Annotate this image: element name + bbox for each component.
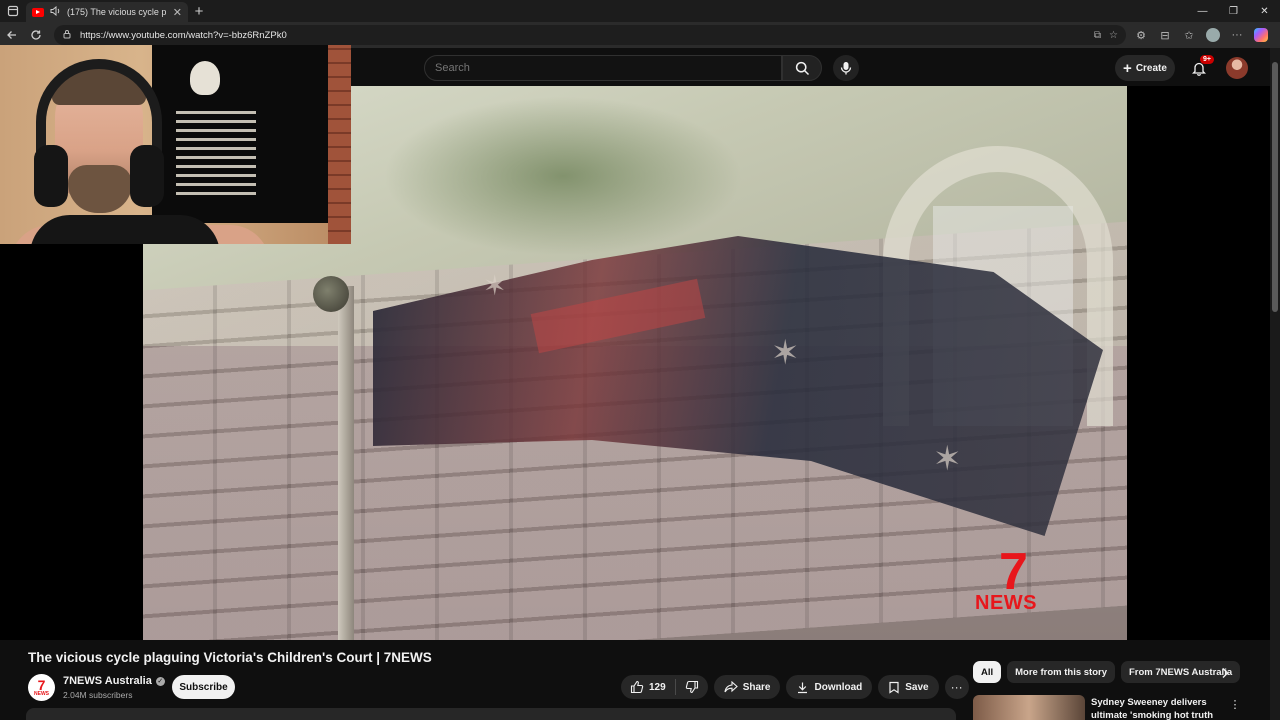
address-bar[interactable]: https://www.youtube.com/watch?v=-bbz6RnZ… <box>54 25 1126 45</box>
account-avatar[interactable] <box>1226 57 1248 79</box>
channel-avatar-text: NEWS <box>34 691 49 697</box>
chip-all[interactable]: All <box>973 661 1002 683</box>
split-screen-icon[interactable]: ⊟ <box>1156 26 1174 44</box>
profile-icon[interactable] <box>1204 26 1222 44</box>
copilot-icon[interactable] <box>1252 26 1270 44</box>
share-button[interactable]: Share <box>713 675 781 699</box>
notifications-button[interactable]: 9+ <box>1188 55 1214 79</box>
download-label: Download <box>814 681 863 693</box>
description-box-top[interactable] <box>26 708 956 720</box>
verified-check-icon: ✓ <box>155 676 165 686</box>
audio-icon[interactable] <box>50 3 61 21</box>
tab-title: (175) The vicious cycle plagu <box>67 7 167 17</box>
flag-star-icon: ✶ <box>771 334 800 372</box>
refresh-icon[interactable] <box>24 23 48 47</box>
search-input[interactable] <box>435 62 781 74</box>
favorites-icon[interactable]: ✩ <box>1180 26 1198 44</box>
favorite-icon[interactable]: ☆ <box>1109 30 1118 41</box>
channel-avatar-number: 7 <box>37 677 46 693</box>
plus-icon: + <box>1123 59 1132 77</box>
share-label: Share <box>742 681 771 693</box>
browser-tab-strip: (175) The vicious cycle plagu ✕ + — ❐ ✕ <box>0 0 1280 22</box>
video-tree-foliage <box>383 96 743 256</box>
subscriber-count: 2.04M subscribers <box>63 690 133 700</box>
like-count: 129 <box>649 681 666 693</box>
browser-tab-active[interactable]: (175) The vicious cycle plagu ✕ <box>26 2 188 22</box>
skeleton-ribs <box>176 105 256 195</box>
more-icon[interactable]: ··· <box>1228 26 1246 44</box>
voice-search-button[interactable] <box>833 55 859 81</box>
dislike-button[interactable] <box>676 675 708 699</box>
minimize-button[interactable]: — <box>1187 0 1218 22</box>
maximize-button[interactable]: ❐ <box>1218 0 1249 22</box>
youtube-header: + Create 9+ <box>350 48 1280 86</box>
window-controls: — ❐ ✕ <box>1187 0 1280 22</box>
create-label: Create <box>1135 62 1167 74</box>
like-dislike-group: 129 <box>621 675 708 699</box>
save-button[interactable]: Save <box>878 675 939 699</box>
webcam-overlay <box>0 45 351 244</box>
flag-star-icon: ✶ <box>933 440 962 478</box>
thumbs-down-icon <box>685 680 698 694</box>
back-icon[interactable] <box>0 23 24 47</box>
save-label: Save <box>905 681 929 693</box>
webcam-brick-wall <box>328 45 351 244</box>
notification-badge: 9+ <box>1200 55 1214 64</box>
video-flagpole <box>338 286 354 640</box>
chevron-right-icon <box>1222 668 1229 678</box>
search-button[interactable] <box>782 55 822 81</box>
tab-close-icon[interactable]: ✕ <box>173 6 182 19</box>
save-playlist-icon <box>889 681 899 694</box>
channel-row: 7 NEWS 7NEWS Australia ✓ 2.04M subscribe… <box>28 673 969 703</box>
screen: (175) The vicious cycle plagu ✕ + — ❐ ✕ … <box>0 0 1280 720</box>
more-actions-button[interactable]: ··· <box>944 675 969 699</box>
video-flagpole-finial <box>313 276 349 312</box>
thumbs-up-icon <box>630 680 644 694</box>
headphone-right-cup <box>130 145 164 207</box>
7news-logo-text: NEWS <box>975 592 1037 614</box>
url-text: https://www.youtube.com/watch?v=-bbz6RnZ… <box>80 29 287 41</box>
7news-logo-number: 7 <box>999 543 1028 601</box>
skeleton-skull-icon <box>190 61 220 95</box>
download-button[interactable]: Download <box>786 675 873 699</box>
recommendation-menu-icon[interactable]: ⋮ <box>1228 697 1242 711</box>
flag-star-icon: ✶ <box>483 270 507 301</box>
like-button[interactable]: 129 <box>621 675 675 699</box>
chip-more-from-story[interactable]: More from this story <box>1007 661 1115 683</box>
close-window-button[interactable]: ✕ <box>1249 0 1280 22</box>
youtube-favicon-icon <box>32 7 44 17</box>
channel-avatar[interactable]: 7 NEWS <box>28 674 55 701</box>
video-actions: 129 Share Download Save ··· <box>621 675 969 699</box>
search-icon <box>795 61 809 75</box>
chips-next-button[interactable] <box>1214 662 1236 684</box>
recommendation-thumbnail[interactable] <box>973 695 1085 720</box>
headphone-left-cup <box>34 145 68 207</box>
search-box[interactable] <box>424 55 782 81</box>
recommendation-title[interactable]: Sydney Sweeney delivers ultimate 'smokin… <box>1091 696 1231 720</box>
tab-actions-icon[interactable] <box>0 0 26 22</box>
page-scrollbar[interactable] <box>1270 48 1280 720</box>
related-filter-chips: All More from this story From 7NEWS Aust… <box>973 661 1243 683</box>
download-icon <box>798 682 808 693</box>
video-title: The vicious cycle plaguing Victoria's Ch… <box>28 650 432 665</box>
7news-watermark-logo: 7 NEWS <box>975 546 1059 616</box>
share-icon <box>724 681 738 693</box>
subscribe-button[interactable]: Subscribe <box>172 675 235 699</box>
create-button[interactable]: + Create <box>1115 55 1175 81</box>
browser-toolbar-icons: ⚙ ⊟ ✩ ··· <box>1132 26 1270 44</box>
new-tab-button[interactable]: + <box>188 0 210 22</box>
extensions-icon[interactable]: ⚙ <box>1132 26 1150 44</box>
channel-name: 7NEWS Australia <box>63 675 152 687</box>
streamer-tank-top <box>30 215 220 244</box>
microphone-icon <box>840 62 852 75</box>
open-in-app-icon[interactable]: ⧉ <box>1094 30 1101 41</box>
site-info-icon[interactable] <box>62 29 72 42</box>
channel-name-link[interactable]: 7NEWS Australia ✓ <box>63 675 165 687</box>
scrollbar-thumb[interactable] <box>1272 62 1278 312</box>
